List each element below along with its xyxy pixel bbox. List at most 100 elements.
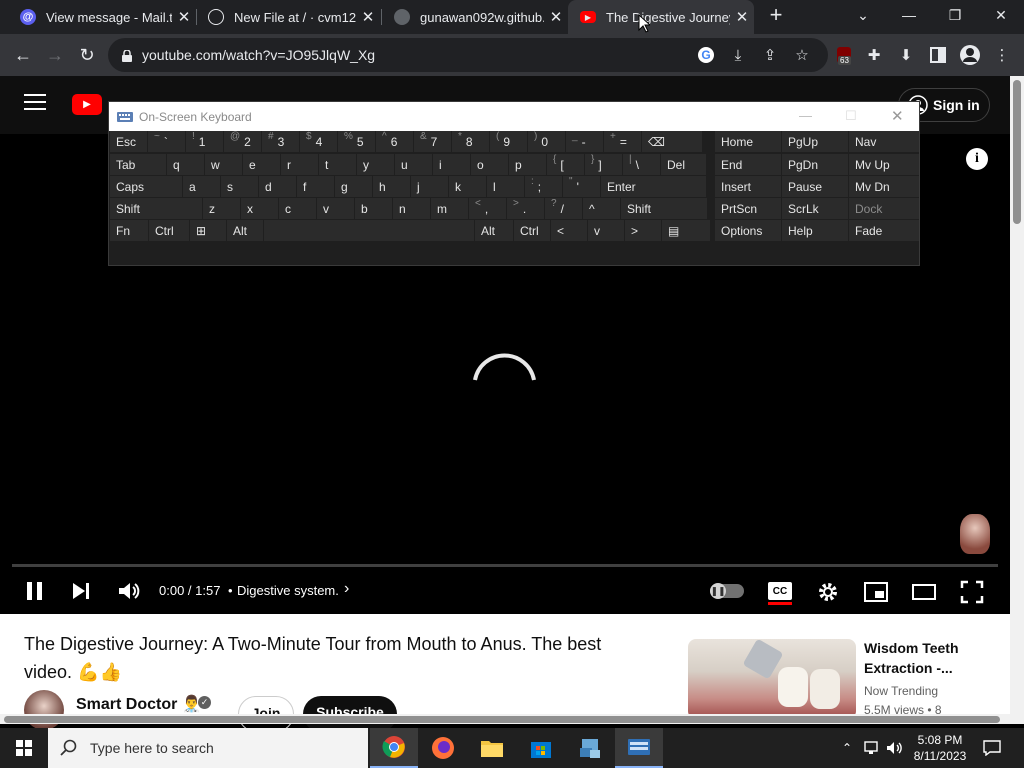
osk-key[interactable]: " ' bbox=[563, 176, 600, 197]
osk-key[interactable]: Fn bbox=[110, 220, 148, 241]
kebab-menu-icon[interactable]: ⋮ bbox=[990, 43, 1014, 67]
osk-key[interactable]: ▤ bbox=[662, 220, 710, 241]
reload-button[interactable]: ↻ bbox=[72, 40, 102, 70]
osk-key[interactable]: Ctrl bbox=[149, 220, 189, 241]
captions-button[interactable]: CC bbox=[768, 582, 792, 600]
taskbar-file-explorer[interactable] bbox=[468, 728, 516, 768]
osk-key[interactable]: v bbox=[588, 220, 624, 241]
osk-key[interactable]: p bbox=[509, 154, 546, 175]
osk-key[interactable]: * 8 bbox=[452, 131, 489, 152]
address-bar[interactable]: youtube.com/watch?v=JO95JlqW_Xg bbox=[108, 38, 828, 72]
volume-icon[interactable] bbox=[116, 580, 142, 602]
osk-key[interactable]: @2 bbox=[224, 131, 261, 152]
osk-key[interactable]: {[ bbox=[547, 154, 584, 175]
back-button[interactable]: ← bbox=[8, 40, 38, 70]
osk-key[interactable]: $4 bbox=[300, 131, 337, 152]
taskbar-search-box[interactable]: Type here to search bbox=[48, 728, 368, 768]
taskbar-app-network[interactable] bbox=[566, 728, 614, 768]
osk-key[interactable]: }] bbox=[585, 154, 622, 175]
osk-key[interactable] bbox=[264, 220, 474, 241]
tab-close-icon[interactable]: ✕ bbox=[544, 8, 568, 26]
osk-key[interactable]: d bbox=[259, 176, 296, 197]
tab-close-icon[interactable]: ✕ bbox=[356, 8, 380, 26]
osk-key[interactable]: a bbox=[183, 176, 220, 197]
osk-key[interactable]: Home bbox=[715, 131, 781, 152]
notifications-icon[interactable] bbox=[978, 728, 1006, 768]
horizontal-scroll-thumb[interactable] bbox=[4, 716, 1000, 723]
ublock-extension-icon[interactable]: 63 bbox=[832, 43, 856, 67]
osk-key[interactable]: ? / bbox=[545, 198, 582, 219]
profile-avatar-icon[interactable] bbox=[958, 43, 982, 67]
osk-key[interactable]: PgDn bbox=[782, 154, 848, 175]
osk-key[interactable]: Del bbox=[661, 154, 706, 175]
osk-close-button[interactable]: ✕ bbox=[891, 107, 904, 125]
osk-key[interactable]: _ - bbox=[566, 131, 603, 152]
osk-key[interactable]: v bbox=[317, 198, 354, 219]
osk-key[interactable]: :; bbox=[525, 176, 562, 197]
osk-key[interactable]: j bbox=[411, 176, 448, 197]
osk-minimize-button[interactable]: — bbox=[799, 108, 812, 123]
start-button[interactable] bbox=[0, 728, 48, 768]
osk-key[interactable]: #3 bbox=[262, 131, 299, 152]
hamburger-menu-icon[interactable] bbox=[24, 94, 46, 110]
osk-key[interactable]: Nav bbox=[849, 131, 919, 152]
channel-name[interactable]: Smart Doctor 👨‍⚕️ bbox=[76, 694, 202, 714]
osk-key[interactable]: l bbox=[487, 176, 524, 197]
clock[interactable]: 5:08 PM 8/11/2023 bbox=[908, 728, 972, 768]
recommended-channel[interactable]: Now Trending bbox=[864, 684, 938, 698]
osk-key[interactable]: o bbox=[471, 154, 508, 175]
osk-key[interactable]: Mv Up bbox=[849, 154, 919, 175]
taskbar-osk[interactable] bbox=[615, 728, 663, 768]
restore-button[interactable]: ❐ bbox=[932, 0, 978, 30]
osk-key[interactable]: ^ bbox=[583, 198, 620, 219]
channel-avatar[interactable] bbox=[24, 690, 64, 730]
osk-key[interactable]: Shift bbox=[621, 198, 707, 219]
osk-key[interactable]: Alt bbox=[227, 220, 263, 241]
close-window-button[interactable]: ✕ bbox=[978, 0, 1024, 30]
osk-key[interactable]: Mv Dn bbox=[849, 176, 919, 197]
osk-key[interactable]: k bbox=[449, 176, 486, 197]
osk-key[interactable]: f bbox=[297, 176, 334, 197]
osk-key[interactable]: <, bbox=[469, 198, 506, 219]
vertical-scrollbar[interactable] bbox=[1010, 76, 1024, 724]
side-panel-icon[interactable] bbox=[926, 43, 950, 67]
osk-key[interactable]: r bbox=[281, 154, 318, 175]
osk-key[interactable]: & 7 bbox=[414, 131, 451, 152]
osk-key[interactable]: Shift bbox=[110, 198, 202, 219]
osk-title-bar[interactable]: On-Screen Keyboard — ☐ ✕ bbox=[109, 102, 919, 131]
osk-key[interactable]: Pause bbox=[782, 176, 848, 197]
autoplay-toggle[interactable]: ❚❚ bbox=[710, 583, 744, 599]
osk-key[interactable]: u bbox=[395, 154, 432, 175]
osk-key[interactable]: > bbox=[625, 220, 661, 241]
osk-key[interactable]: Tab bbox=[110, 154, 166, 175]
tab-search-button[interactable]: ⌄ bbox=[840, 0, 886, 30]
next-button[interactable] bbox=[70, 580, 94, 602]
osk-key[interactable]: Ctrl bbox=[514, 220, 550, 241]
osk-key[interactable]: Enter bbox=[601, 176, 706, 197]
osk-key[interactable]: < bbox=[551, 220, 587, 241]
tab-mail[interactable]: @ View message - Mail.tm ✕ bbox=[0, 0, 196, 34]
tab-close-icon[interactable]: ✕ bbox=[172, 8, 196, 26]
osk-key[interactable]: ~ ` bbox=[148, 131, 185, 152]
osk-key[interactable]: Insert bbox=[715, 176, 781, 197]
recommended-title[interactable]: Wisdom Teeth Extraction -... bbox=[864, 638, 959, 678]
osk-key[interactable]: Options bbox=[715, 220, 781, 241]
osk-key[interactable]: >. bbox=[507, 198, 544, 219]
osk-key[interactable]: ^ 6 bbox=[376, 131, 413, 152]
osk-key[interactable]: g bbox=[335, 176, 372, 197]
osk-key[interactable]: % 5 bbox=[338, 131, 375, 152]
tab-github[interactable]: New File at / · cvm1201 ✕ bbox=[198, 0, 380, 34]
osk-key[interactable]: n bbox=[393, 198, 430, 219]
youtube-logo-icon[interactable]: ▶ bbox=[72, 94, 102, 115]
minimize-button[interactable]: — bbox=[886, 0, 932, 30]
settings-gear-icon[interactable] bbox=[816, 580, 840, 604]
osk-key[interactable]: i bbox=[433, 154, 470, 175]
info-icon[interactable]: i bbox=[966, 148, 988, 170]
recommended-thumbnail[interactable] bbox=[688, 639, 856, 719]
osk-key[interactable]: s bbox=[221, 176, 258, 197]
download-icon[interactable]: ⬇ bbox=[894, 43, 918, 67]
speaker-icon[interactable] bbox=[884, 728, 906, 768]
osk-key[interactable]: Caps bbox=[110, 176, 182, 197]
osk-key[interactable]: PrtScn bbox=[715, 198, 781, 219]
horizontal-scrollbar[interactable] bbox=[0, 714, 1010, 724]
